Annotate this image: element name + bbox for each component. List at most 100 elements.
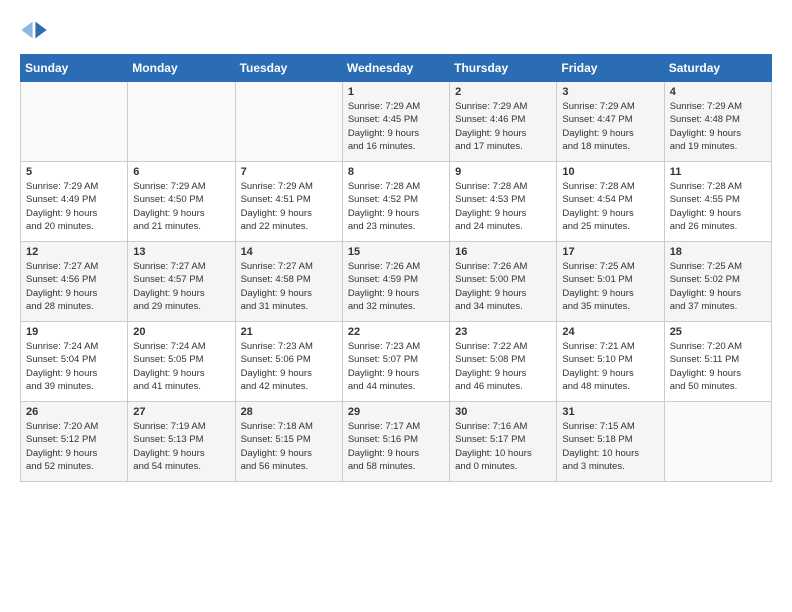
day-info: Sunrise: 7:28 AM Sunset: 4:54 PM Dayligh…: [562, 180, 658, 233]
day-number: 2: [455, 86, 551, 98]
day-number: 27: [133, 406, 229, 418]
calendar-cell: 21 Sunrise: 7:23 AM Sunset: 5:06 PM Dayli…: [235, 322, 342, 402]
calendar-cell: [664, 402, 771, 482]
calendar-cell: 8 Sunrise: 7:28 AM Sunset: 4:52 PM Daylig…: [342, 162, 449, 242]
calendar-cell: 14Sunrise: 7:27 AM Sunset: 4:58 PM Dayli…: [235, 242, 342, 322]
day-number: 5: [26, 166, 122, 178]
day-info: Sunrise: 7:26 AM Sunset: 5:00 PM Dayligh…: [455, 260, 551, 313]
day-number: 13: [133, 246, 229, 258]
day-info: Sunrise: 7:25 AM Sunset: 5:02 PM Dayligh…: [670, 260, 766, 313]
calendar-cell: 7Sunrise: 7:29 AM Sunset: 4:51 PM Daylig…: [235, 162, 342, 242]
day-number: 14: [241, 246, 337, 258]
week-row-4: 19 Sunrise: 7:24 AM Sunset: 5:04 PM Dayli…: [21, 322, 772, 402]
week-row-5: 26 Sunrise: 7:20 AM Sunset: 5:12 PM Dayli…: [21, 402, 772, 482]
day-number: 24: [562, 326, 658, 338]
day-number: 22: [348, 326, 444, 338]
logo-icon: [20, 16, 48, 44]
weekday-header-monday: Monday: [128, 55, 235, 82]
day-number: 20: [133, 326, 229, 338]
calendar-cell: 11 Sunrise: 7:28 AM Sunset: 4:55 PM Dayli…: [664, 162, 771, 242]
calendar-cell: 9 Sunrise: 7:28 AM Sunset: 4:53 PM Daylig…: [450, 162, 557, 242]
day-number: 10: [562, 166, 658, 178]
logo: [20, 16, 52, 44]
day-info: Sunrise: 7:29 AM Sunset: 4:47 PM Dayligh…: [562, 100, 658, 153]
day-info: Sunrise: 7:16 AM Sunset: 5:17 PM Dayligh…: [455, 420, 551, 473]
day-number: 11: [670, 166, 766, 178]
day-number: 26: [26, 406, 122, 418]
day-info: Sunrise: 7:20 AM Sunset: 5:11 PM Dayligh…: [670, 340, 766, 393]
calendar-cell: 31 Sunrise: 7:15 AM Sunset: 5:18 PM Dayli…: [557, 402, 664, 482]
calendar-cell: 27 Sunrise: 7:19 AM Sunset: 5:13 PM Dayli…: [128, 402, 235, 482]
day-info: Sunrise: 7:27 AM Sunset: 4:57 PM Dayligh…: [133, 260, 229, 313]
day-number: 29: [348, 406, 444, 418]
day-info: Sunrise: 7:29 AM Sunset: 4:51 PM Dayligh…: [241, 180, 337, 233]
calendar-cell: 28 Sunrise: 7:18 AM Sunset: 5:15 PM Dayli…: [235, 402, 342, 482]
day-info: Sunrise: 7:20 AM Sunset: 5:12 PM Dayligh…: [26, 420, 122, 473]
day-info: Sunrise: 7:29 AM Sunset: 4:48 PM Dayligh…: [670, 100, 766, 153]
day-info: Sunrise: 7:29 AM Sunset: 4:49 PM Dayligh…: [26, 180, 122, 233]
day-info: Sunrise: 7:17 AM Sunset: 5:16 PM Dayligh…: [348, 420, 444, 473]
day-number: 21: [241, 326, 337, 338]
calendar-cell: 13 Sunrise: 7:27 AM Sunset: 4:57 PM Dayli…: [128, 242, 235, 322]
day-info: Sunrise: 7:28 AM Sunset: 4:52 PM Dayligh…: [348, 180, 444, 233]
calendar-table: SundayMondayTuesdayWednesdayThursdayFrid…: [20, 54, 772, 482]
day-number: 28: [241, 406, 337, 418]
calendar-cell: 3 Sunrise: 7:29 AM Sunset: 4:47 PM Daylig…: [557, 82, 664, 162]
calendar-cell: 30Sunrise: 7:16 AM Sunset: 5:17 PM Dayli…: [450, 402, 557, 482]
calendar-cell: 12 Sunrise: 7:27 AM Sunset: 4:56 PM Dayli…: [21, 242, 128, 322]
day-number: 23: [455, 326, 551, 338]
calendar-cell: 1 Sunrise: 7:29 AM Sunset: 4:45 PM Daylig…: [342, 82, 449, 162]
day-number: 4: [670, 86, 766, 98]
weekday-header-saturday: Saturday: [664, 55, 771, 82]
calendar-cell: 20 Sunrise: 7:24 AM Sunset: 5:05 PM Dayli…: [128, 322, 235, 402]
day-number: 1: [348, 86, 444, 98]
calendar-cell: 10 Sunrise: 7:28 AM Sunset: 4:54 PM Dayli…: [557, 162, 664, 242]
calendar-cell: 24 Sunrise: 7:21 AM Sunset: 5:10 PM Dayli…: [557, 322, 664, 402]
calendar-cell: [21, 82, 128, 162]
day-info: Sunrise: 7:25 AM Sunset: 5:01 PM Dayligh…: [562, 260, 658, 313]
calendar-cell: 19 Sunrise: 7:24 AM Sunset: 5:04 PM Dayli…: [21, 322, 128, 402]
day-info: Sunrise: 7:18 AM Sunset: 5:15 PM Dayligh…: [241, 420, 337, 473]
day-number: 8: [348, 166, 444, 178]
calendar-cell: 2 Sunrise: 7:29 AM Sunset: 4:46 PM Daylig…: [450, 82, 557, 162]
day-info: Sunrise: 7:24 AM Sunset: 5:04 PM Dayligh…: [26, 340, 122, 393]
calendar-cell: 5 Sunrise: 7:29 AM Sunset: 4:49 PM Daylig…: [21, 162, 128, 242]
day-info: Sunrise: 7:29 AM Sunset: 4:50 PM Dayligh…: [133, 180, 229, 233]
week-row-2: 5 Sunrise: 7:29 AM Sunset: 4:49 PM Daylig…: [21, 162, 772, 242]
day-info: Sunrise: 7:19 AM Sunset: 5:13 PM Dayligh…: [133, 420, 229, 473]
day-info: Sunrise: 7:27 AM Sunset: 4:56 PM Dayligh…: [26, 260, 122, 313]
day-info: Sunrise: 7:21 AM Sunset: 5:10 PM Dayligh…: [562, 340, 658, 393]
day-info: Sunrise: 7:24 AM Sunset: 5:05 PM Dayligh…: [133, 340, 229, 393]
week-row-1: 1 Sunrise: 7:29 AM Sunset: 4:45 PM Daylig…: [21, 82, 772, 162]
day-info: Sunrise: 7:26 AM Sunset: 4:59 PM Dayligh…: [348, 260, 444, 313]
day-number: 18: [670, 246, 766, 258]
weekday-header-wednesday: Wednesday: [342, 55, 449, 82]
day-info: Sunrise: 7:23 AM Sunset: 5:06 PM Dayligh…: [241, 340, 337, 393]
day-number: 9: [455, 166, 551, 178]
day-info: Sunrise: 7:22 AM Sunset: 5:08 PM Dayligh…: [455, 340, 551, 393]
calendar-cell: 26 Sunrise: 7:20 AM Sunset: 5:12 PM Dayli…: [21, 402, 128, 482]
day-number: 31: [562, 406, 658, 418]
day-number: 3: [562, 86, 658, 98]
day-info: Sunrise: 7:29 AM Sunset: 4:45 PM Dayligh…: [348, 100, 444, 153]
day-number: 12: [26, 246, 122, 258]
page: SundayMondayTuesdayWednesdayThursdayFrid…: [0, 0, 792, 498]
day-info: Sunrise: 7:28 AM Sunset: 4:53 PM Dayligh…: [455, 180, 551, 233]
calendar-cell: 17 Sunrise: 7:25 AM Sunset: 5:01 PM Dayli…: [557, 242, 664, 322]
calendar-cell: 15 Sunrise: 7:26 AM Sunset: 4:59 PM Dayli…: [342, 242, 449, 322]
calendar-cell: 4 Sunrise: 7:29 AM Sunset: 4:48 PM Daylig…: [664, 82, 771, 162]
day-number: 15: [348, 246, 444, 258]
calendar-cell: [235, 82, 342, 162]
calendar-cell: 25Sunrise: 7:20 AM Sunset: 5:11 PM Dayli…: [664, 322, 771, 402]
day-number: 17: [562, 246, 658, 258]
day-number: 19: [26, 326, 122, 338]
calendar-cell: 16Sunrise: 7:26 AM Sunset: 5:00 PM Dayli…: [450, 242, 557, 322]
day-info: Sunrise: 7:23 AM Sunset: 5:07 PM Dayligh…: [348, 340, 444, 393]
calendar-cell: [128, 82, 235, 162]
calendar-cell: 23 Sunrise: 7:22 AM Sunset: 5:08 PM Dayli…: [450, 322, 557, 402]
weekday-header-thursday: Thursday: [450, 55, 557, 82]
day-info: Sunrise: 7:15 AM Sunset: 5:18 PM Dayligh…: [562, 420, 658, 473]
weekday-header-row: SundayMondayTuesdayWednesdayThursdayFrid…: [21, 55, 772, 82]
day-info: Sunrise: 7:29 AM Sunset: 4:46 PM Dayligh…: [455, 100, 551, 153]
day-info: Sunrise: 7:28 AM Sunset: 4:55 PM Dayligh…: [670, 180, 766, 233]
